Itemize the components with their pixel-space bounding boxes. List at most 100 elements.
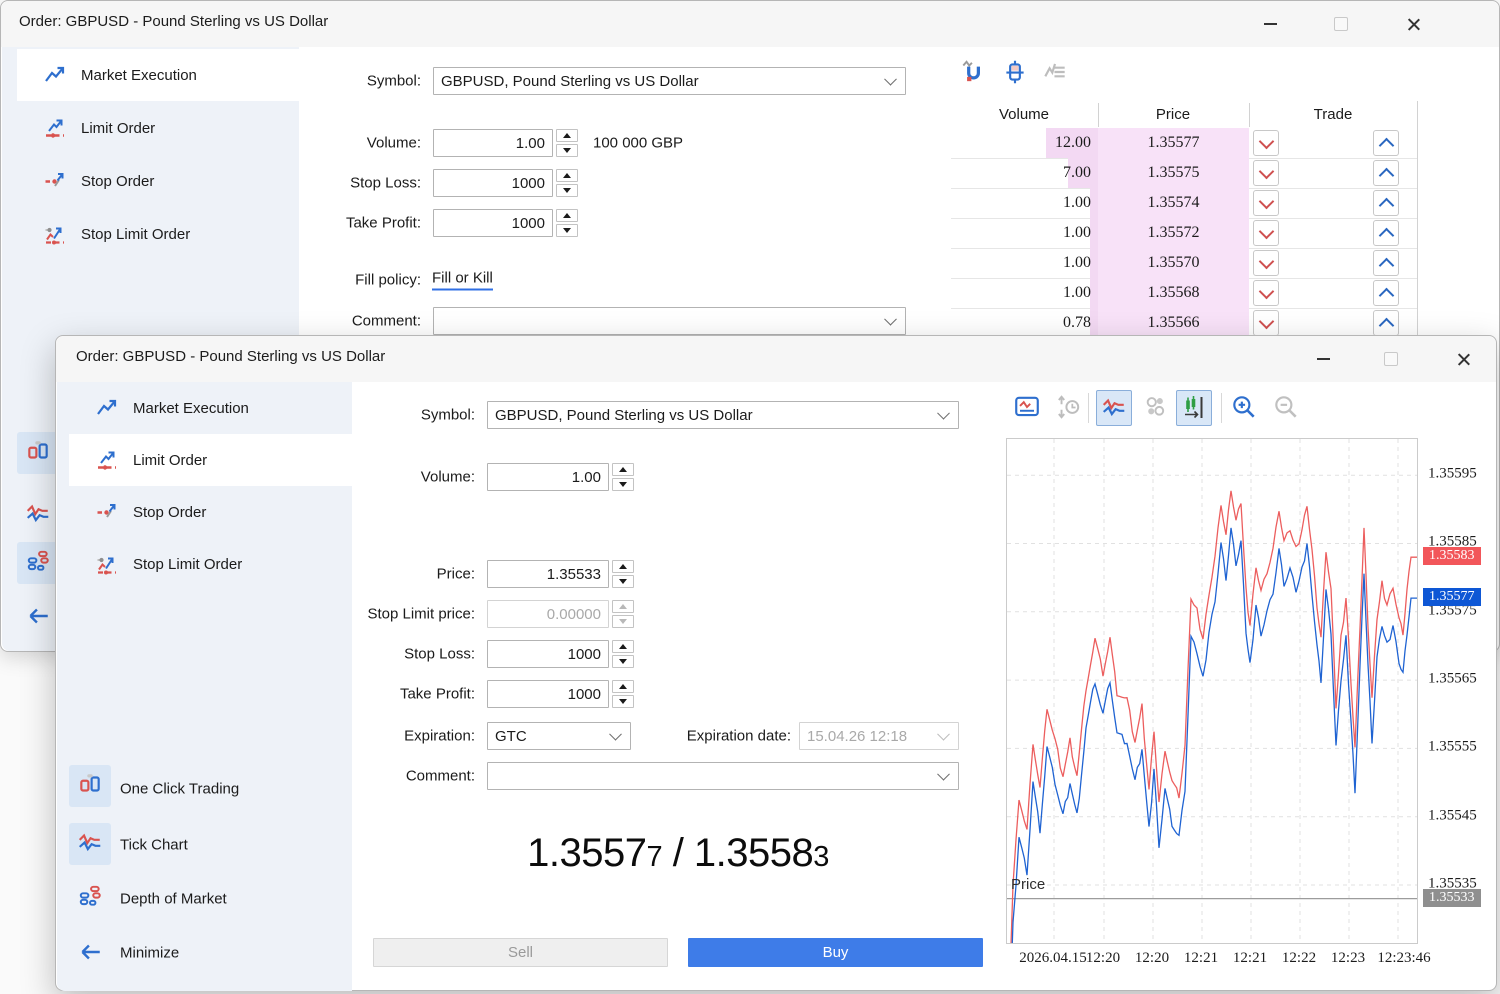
volume-step-up[interactable]	[612, 463, 634, 476]
sidebar-item-stop-order[interactable]: Stop Order	[17, 155, 299, 207]
maximize-window-button[interactable]	[1376, 344, 1406, 374]
sell-button[interactable]: Sell	[373, 938, 668, 967]
stop-limit-price-label: Stop Limit price:	[275, 606, 475, 623]
magnet-mode-button[interactable]	[957, 57, 989, 89]
price-step-down[interactable]	[612, 575, 634, 588]
shift-end-button[interactable]	[1176, 390, 1212, 426]
comment-input[interactable]	[487, 762, 959, 790]
volume-step-down[interactable]	[612, 478, 634, 491]
volume-step-down[interactable]	[556, 144, 578, 157]
dom-volume: 0.78	[951, 308, 1091, 338]
chevron-up-icon	[1378, 137, 1394, 153]
tick-chart-plot[interactable]	[1006, 438, 1418, 944]
price-line-label: Price	[1011, 876, 1045, 893]
buy-at-level-button[interactable]	[1373, 130, 1399, 156]
news-list-button[interactable]	[1039, 57, 1071, 89]
chart-window-button[interactable]	[1011, 392, 1043, 424]
depth-of-market-toggle[interactable]	[75, 883, 105, 913]
dom-price[interactable]: 1.35566	[1098, 308, 1249, 338]
symbol-select[interactable]: GBPUSD, Pound Sterling vs US Dollar	[433, 67, 906, 95]
minimize-panel-button[interactable]	[23, 603, 53, 633]
minimize-panel-button[interactable]	[75, 939, 105, 969]
depth-of-market-toggle[interactable]	[17, 542, 59, 584]
one-click-trading-label[interactable]: One Click Trading	[120, 781, 239, 798]
volume-input[interactable]: 1.00	[487, 463, 609, 491]
candle-view-button[interactable]	[999, 57, 1031, 89]
bid-price-badge: 1.35577	[1423, 588, 1481, 606]
dom-price[interactable]: 1.35572	[1098, 218, 1249, 248]
volume-step-up[interactable]	[556, 129, 578, 142]
zoom-in-button[interactable]	[1228, 392, 1260, 424]
stop-loss-label: Stop Loss:	[275, 646, 475, 663]
sell-at-level-button[interactable]	[1253, 310, 1279, 336]
one-click-trading-toggle[interactable]	[17, 432, 59, 474]
volume-input[interactable]: 1.00	[433, 129, 553, 157]
stop-loss-step-down[interactable]	[556, 184, 578, 197]
one-click-trading-toggle[interactable]	[69, 765, 111, 807]
buy-at-level-button[interactable]	[1373, 220, 1399, 246]
dom-price[interactable]: 1.35577	[1098, 128, 1249, 158]
dom-price[interactable]: 1.35574	[1098, 188, 1249, 218]
tick-chart-mode-button[interactable]	[1096, 390, 1132, 426]
time-axis-label: 12:20	[1086, 950, 1120, 967]
sidebar-item-market-execution[interactable]: Market Execution	[17, 49, 299, 101]
sidebar-item-limit-order[interactable]: Limit Order	[17, 102, 299, 154]
sell-at-level-button[interactable]	[1253, 250, 1279, 276]
price-input[interactable]: 1.35533	[487, 560, 609, 588]
sell-at-level-button[interactable]	[1253, 160, 1279, 186]
stop-loss-step-down[interactable]	[612, 655, 634, 668]
minimize-window-button[interactable]	[1255, 9, 1285, 39]
price-axis-label: 1.35595	[1428, 466, 1477, 483]
symbol-select[interactable]: GBPUSD, Pound Sterling vs US Dollar	[487, 401, 959, 429]
close-window-button[interactable]	[1398, 9, 1428, 39]
tick-chart-toggle[interactable]	[69, 823, 111, 865]
comment-input[interactable]	[433, 307, 906, 335]
close-window-button[interactable]	[1448, 344, 1478, 374]
sell-at-level-button[interactable]	[1253, 220, 1279, 246]
time-axis-label: 12:23:46	[1377, 950, 1430, 967]
tick-chart-toggle[interactable]	[21, 498, 55, 532]
buy-at-level-button[interactable]	[1373, 280, 1399, 306]
minimize-window-button[interactable]	[1308, 344, 1338, 374]
current-quote: 1.35577 / 1.35583	[373, 831, 983, 876]
dom-volume: 7.00	[951, 158, 1091, 188]
tick-chart-label[interactable]: Tick Chart	[120, 837, 188, 854]
buy-at-level-button[interactable]	[1373, 190, 1399, 216]
dom-price[interactable]: 1.35570	[1098, 248, 1249, 278]
sidebar-item-stop-order[interactable]: Stop Order	[69, 486, 352, 538]
close-icon	[1406, 17, 1421, 32]
stop-loss-input[interactable]: 1000	[433, 169, 553, 197]
buy-button[interactable]: Buy	[688, 938, 983, 967]
dom-price[interactable]: 1.35575	[1098, 158, 1249, 188]
sell-at-level-button[interactable]	[1253, 190, 1279, 216]
take-profit-input[interactable]: 1000	[487, 680, 609, 708]
buy-at-level-button[interactable]	[1373, 310, 1399, 336]
depth-of-market-label[interactable]: Depth of Market	[120, 891, 227, 908]
buy-at-level-button[interactable]	[1373, 160, 1399, 186]
time-axis-label: 2026.04.15	[1019, 950, 1087, 967]
stop-order-icon	[43, 169, 67, 193]
price-label: Price:	[275, 566, 475, 583]
take-profit-step-down[interactable]	[556, 224, 578, 237]
take-profit-step-down[interactable]	[612, 695, 634, 708]
stop-loss-step-up[interactable]	[556, 169, 578, 182]
price-step-up[interactable]	[612, 560, 634, 573]
stop-loss-step-up[interactable]	[612, 640, 634, 653]
sell-at-level-button[interactable]	[1253, 280, 1279, 306]
take-profit-step-up[interactable]	[556, 209, 578, 222]
sell-at-level-button[interactable]	[1253, 130, 1279, 156]
volume-units: 100 000 GBP	[593, 135, 683, 152]
sidebar-item-stop-limit-order[interactable]: Stop Limit Order	[17, 208, 299, 260]
take-profit-input[interactable]: 1000	[433, 209, 553, 237]
tick-chart-svg	[1007, 439, 1417, 943]
screen: Order: GBPUSD - Pound Sterling vs US Dol…	[0, 0, 1500, 994]
dom-price[interactable]: 1.35568	[1098, 278, 1249, 308]
fill-policy-link[interactable]: Fill or Kill	[432, 270, 493, 291]
minimize-panel-label[interactable]: Minimize	[120, 945, 179, 962]
take-profit-step-up[interactable]	[612, 680, 634, 693]
stop-limit-step-down	[612, 615, 634, 628]
maximize-window-button[interactable]	[1326, 9, 1356, 39]
buy-at-level-button[interactable]	[1373, 250, 1399, 276]
stop-loss-input[interactable]: 1000	[487, 640, 609, 668]
expiration-date-label: Expiration date:	[591, 728, 791, 745]
